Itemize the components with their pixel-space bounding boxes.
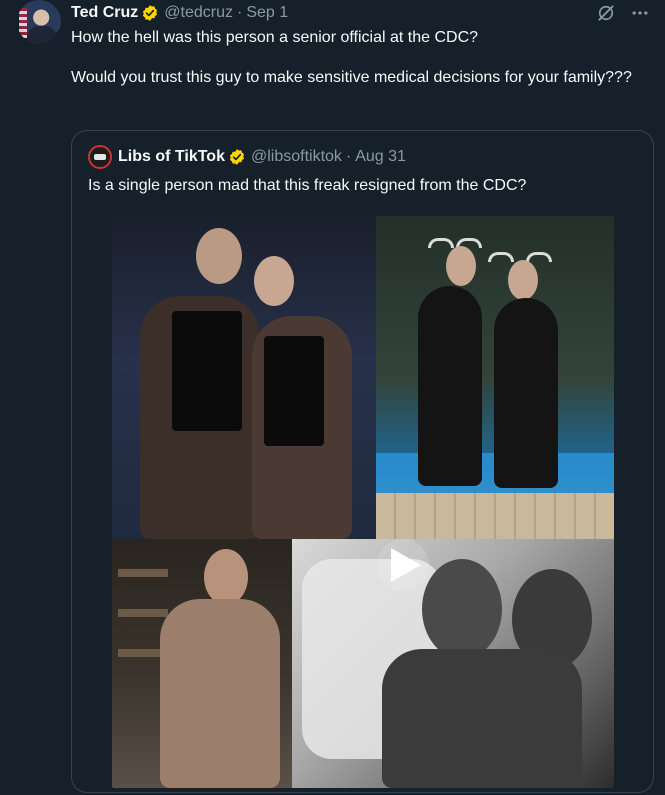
deck [376,493,614,539]
figure [382,649,582,788]
figure-head [254,256,294,306]
separator-dot: · [345,148,352,165]
media-grid[interactable] [112,216,614,788]
tweet-text: How the hell was this person a senior of… [71,28,651,108]
shelf [118,569,168,577]
figure [160,599,280,788]
quote-date[interactable]: Aug 31 [355,148,406,166]
figure [494,298,558,488]
tweet-text-line2: Would you trust this guy to make sensiti… [71,69,632,86]
quote-author-handle[interactable]: @libsoftiktok [251,148,342,166]
avatar-flag [19,8,27,38]
quote-author-name[interactable]: Libs of TikTok [118,148,225,166]
figure-head [508,260,538,300]
figure-head [422,559,502,659]
separator-dot: · [236,4,243,21]
shelf [118,609,168,617]
author-handle[interactable]: @tedcruz [164,4,233,22]
play-triangle [391,548,421,582]
media-video[interactable] [292,539,614,788]
horns [488,252,514,262]
verified-badge-icon [143,5,158,21]
tweet-actions [595,2,651,24]
quoted-tweet[interactable]: Libs of TikTok @libsoftiktok · Aug 31 Is… [71,130,654,793]
play-icon[interactable] [377,539,429,591]
quote-text: Is a single person mad that this freak r… [88,177,527,194]
media-image-1[interactable] [112,216,376,539]
media-image-3[interactable] [112,539,292,788]
horns [428,238,454,248]
tweet-header: Ted Cruz @tedcruz · Sep 1 [71,2,288,24]
quote-avatar[interactable] [88,145,112,169]
horns [526,252,552,262]
tweet-date[interactable]: Sep 1 [246,4,288,22]
more-icon[interactable] [629,2,651,24]
avatar-suit [27,26,57,44]
harness [264,336,324,446]
harness [172,311,242,431]
avatar[interactable] [17,0,61,44]
grok-icon[interactable] [595,2,617,24]
figure-head [446,246,476,286]
tweet[interactable]: Ted Cruz @tedcruz · Sep 1 How the hell w… [0,0,665,795]
media-image-2[interactable] [376,216,614,539]
figure-head [196,228,242,284]
author-name[interactable]: Ted Cruz [71,4,138,22]
verified-badge-icon [229,149,245,165]
tweet-text-line1: How the hell was this person a senior of… [71,29,479,46]
quote-header: Libs of TikTok @libsoftiktok · Aug 31 [88,145,406,169]
figure [418,286,482,486]
figure-head [204,549,248,605]
